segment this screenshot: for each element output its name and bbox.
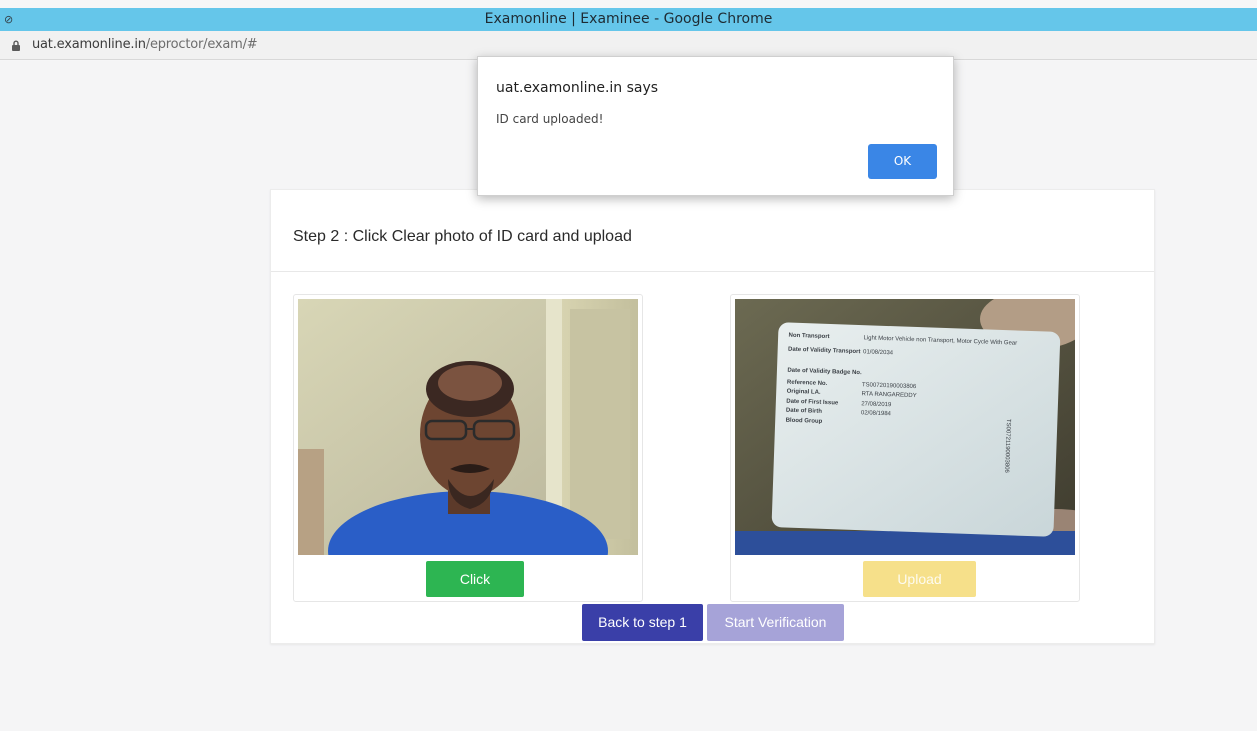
click-photo-button[interactable]: Click bbox=[426, 561, 524, 597]
webcam-photo bbox=[298, 299, 638, 555]
alert-dialog: uat.examonline.in says ID card uploaded!… bbox=[477, 56, 954, 196]
url-path: /eproctor/exam/# bbox=[145, 37, 258, 52]
window-titlebar: ⊘ Examonline | Examinee - Google Chrome bbox=[0, 8, 1257, 31]
id-card-text-block: Non Transport Light Motor Vehicle non Tra… bbox=[785, 333, 1038, 434]
person-photo-illustration bbox=[298, 299, 638, 555]
id-row-label: Date of Validity Badge No. bbox=[787, 367, 862, 377]
lock-icon bbox=[12, 40, 20, 51]
browser-window: ⊘ Examonline | Examinee - Google Chrome … bbox=[0, 0, 1257, 731]
alert-title: uat.examonline.in says bbox=[496, 80, 659, 96]
id-card-photo: Non Transport Light Motor Vehicle non Tra… bbox=[735, 299, 1075, 555]
url-host: uat.examonline.in bbox=[32, 37, 146, 52]
start-verification-button[interactable]: Start Verification bbox=[707, 604, 844, 641]
alert-message: ID card uploaded! bbox=[496, 112, 604, 126]
id-row-label: Date of First Issue bbox=[786, 398, 839, 406]
step-card: Step 2 : Click Clear photo of ID card an… bbox=[270, 189, 1155, 644]
id-row-label: Original LA. bbox=[786, 388, 821, 396]
id-row-label: Non Transport bbox=[788, 332, 830, 341]
window-title: Examonline | Examinee - Google Chrome bbox=[484, 11, 773, 27]
step-heading: Step 2 : Click Clear photo of ID card an… bbox=[271, 190, 1154, 272]
id-row-label: Date of Validity Transport bbox=[788, 346, 861, 355]
id-row-label: Date of Birth bbox=[785, 407, 823, 415]
url-text[interactable]: uat.examonline.in/eproctor/exam/# bbox=[32, 37, 258, 52]
upload-button[interactable]: Upload bbox=[863, 561, 976, 597]
id-row-label: Reference No. bbox=[786, 379, 828, 387]
webcam-panel: Click bbox=[293, 294, 643, 602]
id-card-panel: Non Transport Light Motor Vehicle non Tra… bbox=[730, 294, 1080, 602]
alert-ok-button[interactable]: OK bbox=[868, 144, 937, 179]
app-icon: ⊘ bbox=[4, 13, 14, 26]
id-row: Date of Validity Transport 01/08/2034 bbox=[788, 346, 1038, 362]
id-row-value: 01/08/2034 bbox=[862, 348, 894, 356]
back-to-step-1-button[interactable]: Back to step 1 bbox=[582, 604, 703, 641]
